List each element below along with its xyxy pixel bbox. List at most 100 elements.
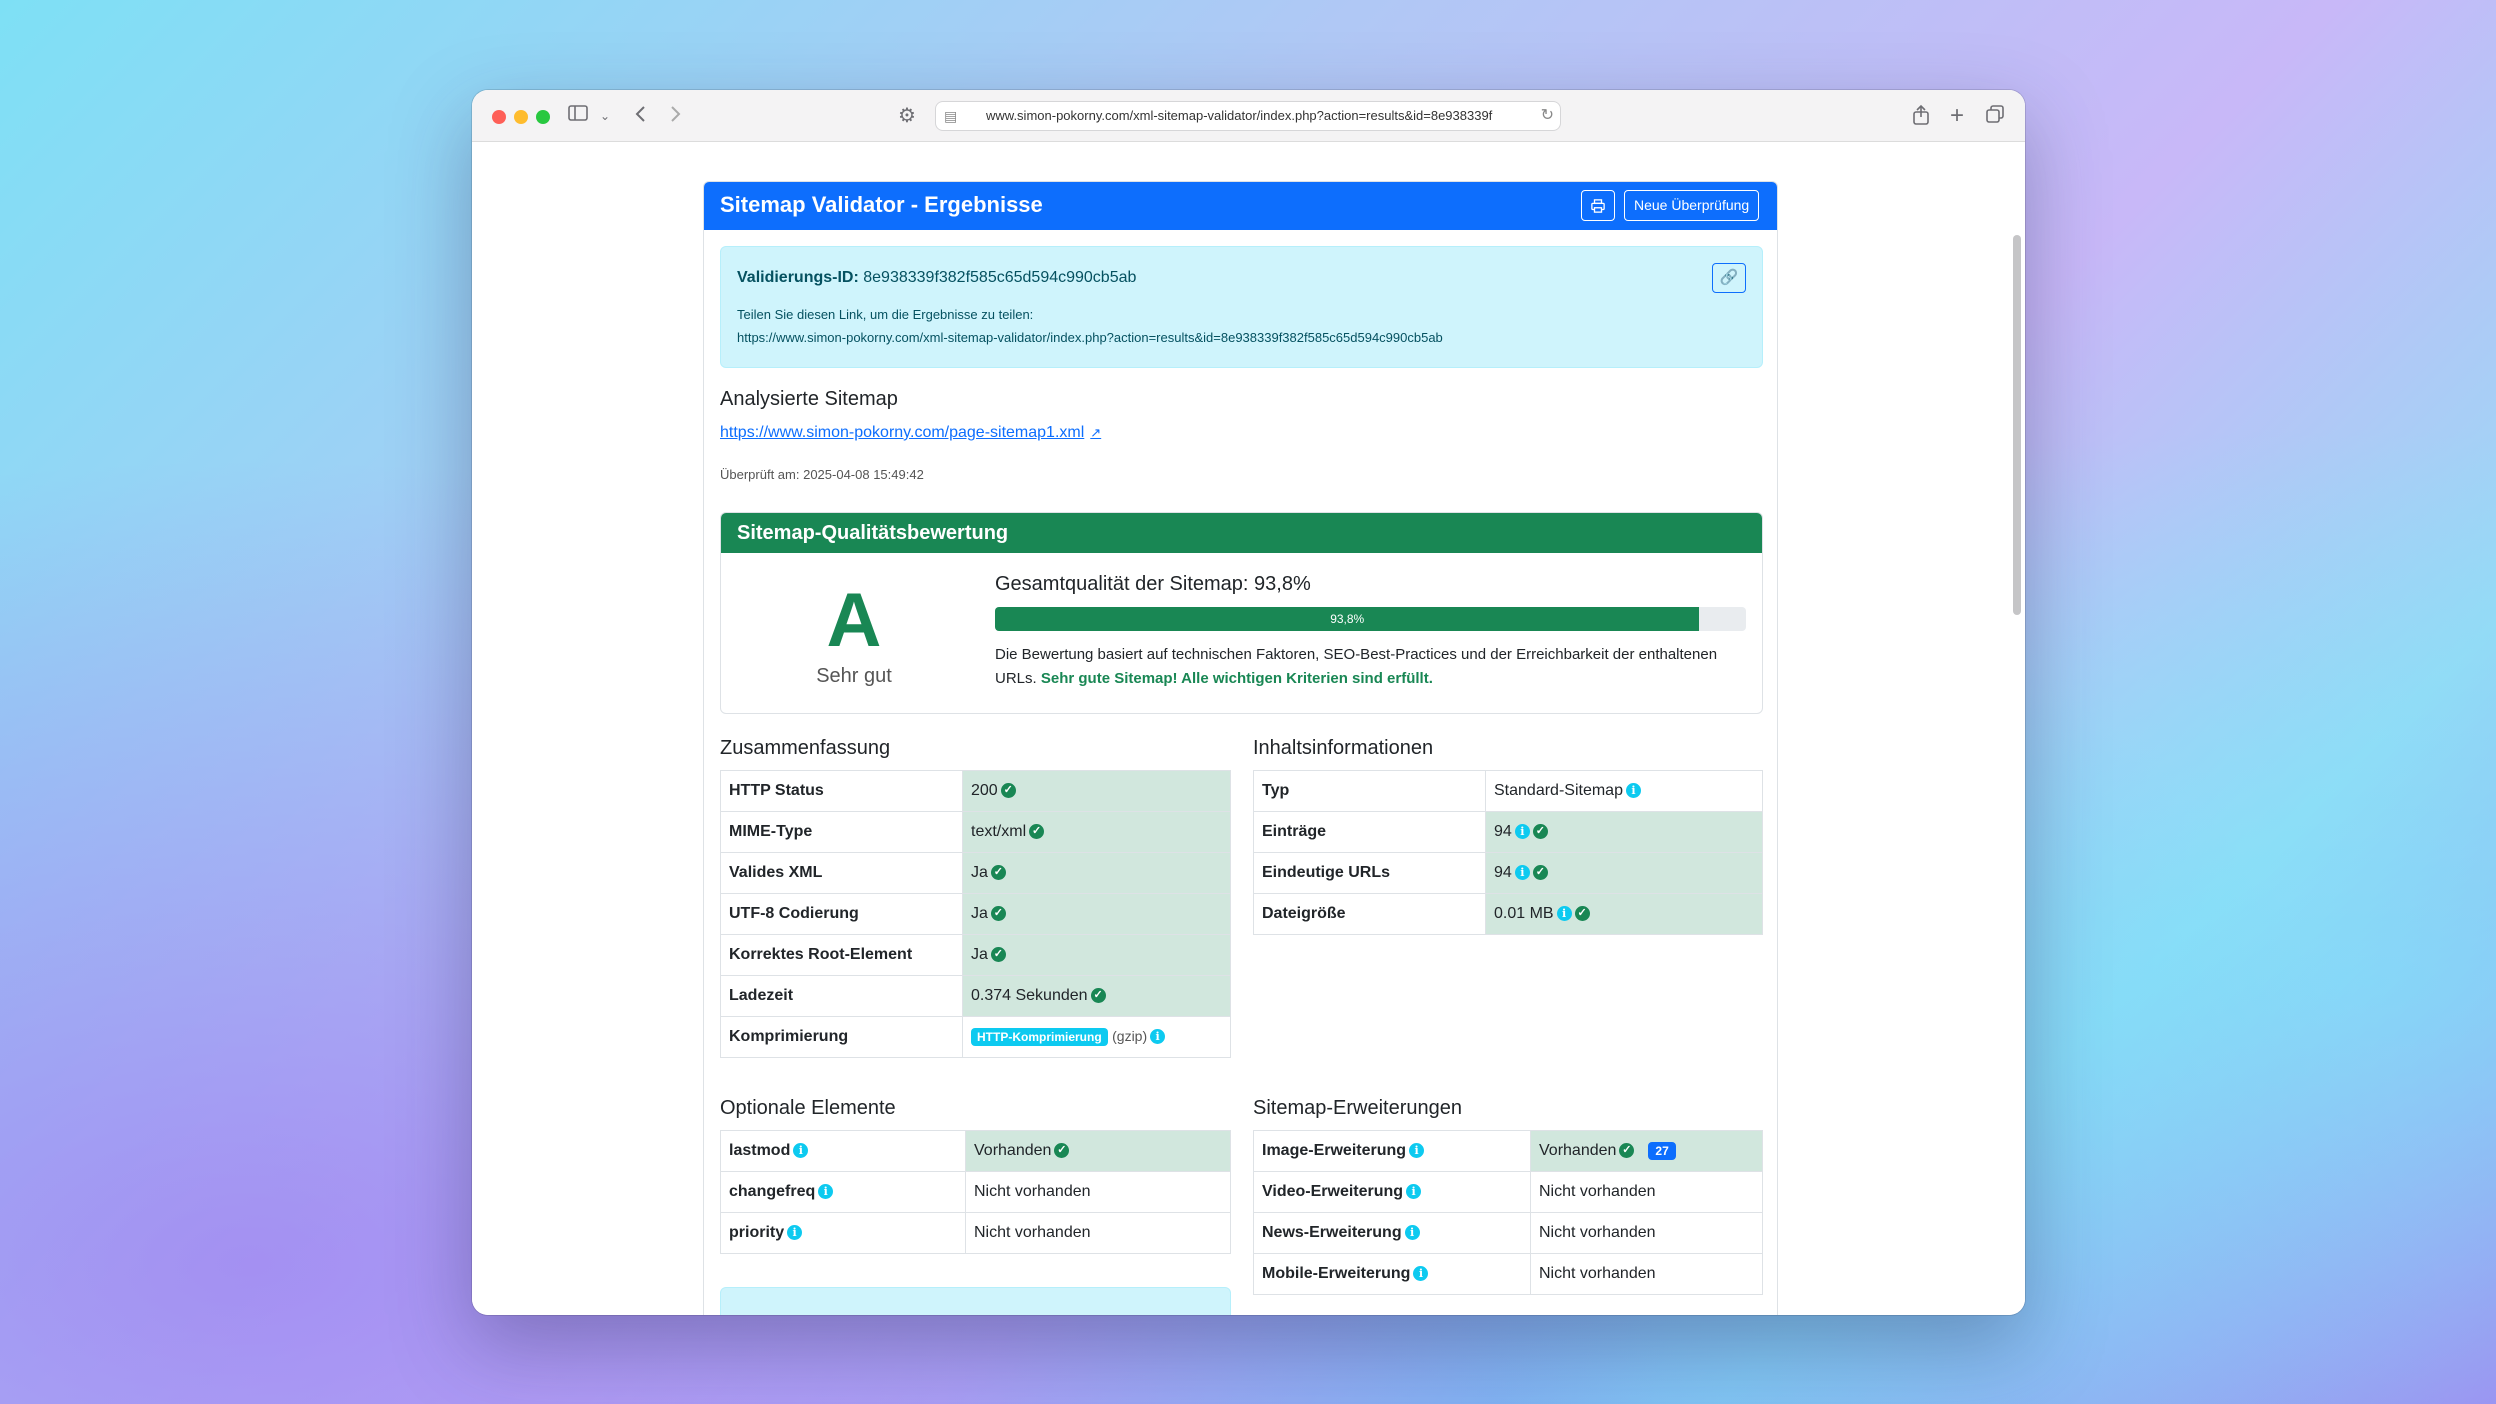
table-row: Dateigröße 0.01 MB i ✓: [1253, 893, 1763, 935]
gear-icon[interactable]: ⚙: [898, 103, 916, 128]
zoom-window-button[interactable]: [536, 110, 550, 124]
check-circle-icon: ✓: [1054, 1143, 1070, 1159]
table-row: Image-Erweiterung i Vorhanden ✓ 27: [1253, 1130, 1763, 1172]
row-key: Dateigröße: [1253, 893, 1486, 935]
key-text: Video-Erweiterung: [1262, 1183, 1404, 1200]
quality-desc-strong: Sehr gute Sitemap! Alle wichtigen Kriter…: [1040, 670, 1433, 687]
browser-window: ⌄ ⚙ ▤ www.simon-pokorny.com/xml-sitemap-…: [472, 90, 2025, 1315]
quality-grade-label: Sehr gut: [816, 665, 892, 687]
external-link-icon: ↗: [1090, 425, 1102, 440]
site-settings-icon[interactable]: ▤: [944, 102, 957, 130]
check-circle-icon: ✓: [1000, 783, 1016, 799]
minimize-window-button[interactable]: [514, 110, 528, 124]
check-circle-icon: ✓: [1090, 988, 1106, 1004]
print-button[interactable]: [1581, 190, 1615, 221]
reload-icon[interactable]: ↻: [1541, 102, 1554, 130]
row-key: MIME-Type: [720, 811, 963, 853]
row-value: 0.01 MB i ✓: [1485, 893, 1763, 935]
table-row: Komprimierung HTTP-Komprimierung (gzip) i: [720, 1016, 1231, 1058]
check-circle-icon: ✓: [990, 865, 1006, 881]
bottom-info-alert: [720, 1287, 1231, 1315]
new-check-button[interactable]: Neue Überprüfung: [1624, 190, 1760, 221]
value-text: Vorhanden: [1539, 1142, 1617, 1160]
share-icon[interactable]: [1912, 104, 1930, 132]
info-circle-icon[interactable]: i: [818, 1184, 834, 1200]
chevron-down-icon[interactable]: ⌄: [600, 104, 610, 128]
quality-grade: A: [826, 578, 882, 663]
row-value: HTTP-Komprimierung (gzip) i: [962, 1016, 1231, 1058]
sitemap-link-text[interactable]: https://www.simon-pokorny.com/page-sitem…: [720, 424, 1084, 441]
row-value: 94 i ✓: [1485, 852, 1763, 894]
quality-panel: Sitemap-Qualitätsbewertung A Sehr gut Ge…: [720, 512, 1763, 714]
card-header: Sitemap Validator - Ergebnisse Neue Über…: [704, 182, 1777, 230]
info-circle-icon[interactable]: i: [787, 1225, 803, 1241]
validation-id-label: Validierungs-ID:: [737, 269, 859, 286]
info-circle-icon[interactable]: i: [1514, 865, 1530, 881]
content-info-heading: Inhaltsinformationen: [1253, 737, 1434, 759]
row-value: Ja ✓: [962, 893, 1231, 935]
row-key: Eindeutige URLs: [1253, 852, 1486, 894]
key-text: lastmod: [729, 1142, 791, 1159]
checked-at: Überprüft am: 2025-04-08 15:49:42: [720, 467, 924, 482]
value-text: 0.01 MB: [1494, 905, 1554, 922]
validation-info-alert: Validierungs-ID: 8e938339f382f585c65d594…: [720, 246, 1763, 368]
quality-progress: 93,8%: [995, 607, 1746, 631]
sidebar-toggle-icon[interactable]: [568, 104, 588, 128]
row-value: 94 i ✓: [1485, 811, 1763, 853]
row-key: Ladezeit: [720, 975, 963, 1017]
table-row: HTTP Status 200 ✓: [720, 770, 1231, 812]
row-key: Typ: [1253, 770, 1486, 812]
row-value: 200 ✓: [962, 770, 1231, 812]
key-text: Mobile-Erweiterung: [1262, 1265, 1411, 1282]
table-row: Ladezeit 0.374 Sekunden ✓: [720, 975, 1231, 1017]
new-tab-icon[interactable]: +: [1950, 104, 1964, 128]
row-value: 0.374 Sekunden ✓: [962, 975, 1231, 1017]
compression-badge: HTTP-Komprimierung: [971, 1027, 1108, 1046]
check-circle-icon: ✓: [1532, 824, 1548, 840]
info-circle-icon[interactable]: i: [1406, 1184, 1422, 1200]
table-row: Eindeutige URLs 94 i ✓: [1253, 852, 1763, 894]
row-key: Mobile-Erweiterung i: [1253, 1253, 1531, 1295]
info-circle-icon[interactable]: i: [1625, 783, 1641, 799]
row-key: priority i: [720, 1212, 966, 1254]
info-circle-icon[interactable]: i: [1556, 906, 1572, 922]
check-circle-icon: ✓: [990, 906, 1006, 922]
copy-link-button[interactable]: 🔗: [1712, 263, 1746, 293]
row-value: Vorhanden ✓ 27: [1530, 1130, 1763, 1172]
image-count-badge: 27: [1648, 1141, 1676, 1160]
row-value: Nicht vorhanden: [1530, 1212, 1763, 1254]
quality-heading: Sitemap-Qualitätsbewertung: [721, 513, 1762, 553]
row-key: Einträge: [1253, 811, 1486, 853]
sitemap-link[interactable]: https://www.simon-pokorny.com/page-sitem…: [720, 424, 1101, 442]
row-key: lastmod i: [720, 1130, 966, 1172]
address-bar[interactable]: ▤ www.simon-pokorny.com/xml-sitemap-vali…: [935, 101, 1561, 131]
table-row: Mobile-Erweiterung i Nicht vorhanden: [1253, 1253, 1763, 1295]
close-window-button[interactable]: [492, 110, 506, 124]
link-icon: 🔗: [1719, 269, 1739, 286]
info-circle-icon[interactable]: i: [793, 1143, 809, 1159]
browser-toolbar: ⌄ ⚙ ▤ www.simon-pokorny.com/xml-sitemap-…: [472, 90, 2025, 142]
info-circle-icon[interactable]: i: [1413, 1266, 1429, 1282]
table-row: Typ Standard-Sitemap i: [1253, 770, 1763, 812]
share-text: Teilen Sie diesen Link, um die Ergebniss…: [737, 307, 1034, 322]
tabs-overview-icon[interactable]: [1985, 104, 2005, 130]
table-row: News-Erweiterung i Nicht vorhanden: [1253, 1212, 1763, 1254]
window-controls: [492, 110, 550, 124]
summary-table: HTTP Status 200 ✓ MIME-Type text/xml ✓ Val…: [720, 770, 1231, 1058]
key-text: News-Erweiterung: [1262, 1224, 1402, 1241]
info-circle-icon[interactable]: i: [1409, 1143, 1425, 1159]
check-circle-icon: ✓: [1029, 824, 1045, 840]
scrollbar[interactable]: [2013, 235, 2021, 615]
row-value: Nicht vorhanden: [965, 1171, 1231, 1213]
row-value: Ja ✓: [962, 934, 1231, 976]
check-circle-icon: ✓: [1619, 1143, 1635, 1159]
forward-icon[interactable]: [668, 104, 682, 130]
info-circle-icon[interactable]: i: [1150, 1029, 1166, 1045]
row-key: HTTP Status: [720, 770, 963, 812]
row-key: Image-Erweiterung i: [1253, 1130, 1531, 1172]
back-icon[interactable]: [634, 104, 648, 130]
info-circle-icon[interactable]: i: [1514, 824, 1530, 840]
value-text: Ja: [971, 864, 988, 881]
row-key: UTF-8 Codierung: [720, 893, 963, 935]
info-circle-icon[interactable]: i: [1404, 1225, 1420, 1241]
